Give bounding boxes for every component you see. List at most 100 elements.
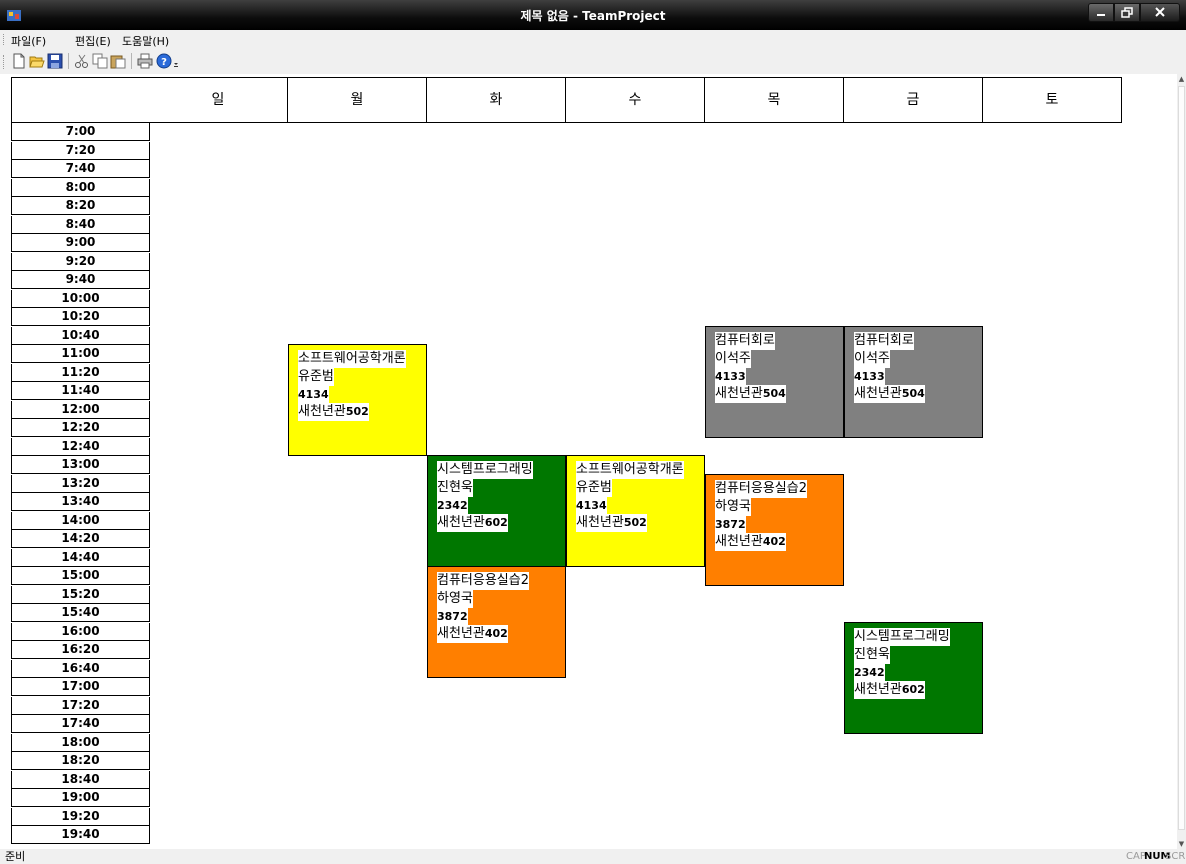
day-header: 화	[427, 77, 566, 123]
course-room: 402	[484, 627, 508, 640]
time-slot-label: 8:40	[11, 215, 150, 234]
time-slot-label: 17:40	[11, 715, 150, 733]
toolbar-separator	[68, 53, 69, 69]
time-slot-label: 17:20	[11, 696, 150, 715]
svg-text:?: ?	[161, 57, 167, 68]
course-location: 새천년관402	[715, 533, 786, 551]
time-slot-label: 7:00	[11, 123, 150, 141]
time-slot-label: 12:20	[11, 419, 150, 437]
course-room: 602	[901, 683, 925, 696]
time-slot-label: 18:40	[11, 770, 150, 789]
day-header: 금	[844, 77, 983, 123]
day-header: 일	[149, 77, 288, 123]
course-room: 502	[345, 405, 369, 418]
status-text: 준비	[5, 850, 26, 863]
menu-edit[interactable]: 편집(E)	[75, 33, 111, 49]
course-name: 시스템프로그래밍	[437, 461, 533, 479]
course-block[interactable]: 소프트웨어공학개론 유준범 4134 새천년관502	[566, 455, 705, 567]
menu-help[interactable]: 도움말(H)	[122, 33, 169, 49]
time-slot-label: 16:40	[11, 659, 150, 678]
time-slot-label: 18:20	[11, 752, 150, 770]
course-name: 시스템프로그래밍	[854, 628, 950, 646]
course-room: 602	[484, 516, 508, 529]
toolbar-overflow-icon[interactable]	[172, 53, 180, 69]
menu-file[interactable]: 파일(F)	[11, 33, 46, 49]
course-room: 502	[623, 516, 647, 529]
course-code: 4134	[576, 497, 607, 514]
scroll-up-icon[interactable]: ▲	[1177, 74, 1186, 84]
time-slot-label: 12:00	[11, 400, 150, 419]
help-icon[interactable]: ?	[156, 53, 172, 69]
save-icon[interactable]	[47, 53, 63, 69]
course-block[interactable]: 시스템프로그래밍 진현욱 2342 새천년관602	[844, 622, 983, 734]
window-title: 제목 없음 - TeamProject	[520, 9, 666, 23]
course-code: 4133	[854, 368, 885, 385]
course-code: 4133	[715, 368, 746, 385]
course-building: 새천년관	[437, 626, 485, 641]
time-slot-label: 15:20	[11, 585, 150, 604]
course-building: 새천년관	[715, 534, 763, 549]
course-block[interactable]: 컴퓨터회로 이석주 4133 새천년관504	[705, 326, 844, 438]
time-slot-label: 8:00	[11, 178, 150, 197]
menu-bar: 파일(F) 편집(E) 도움말(H)	[0, 30, 1186, 49]
open-folder-icon[interactable]	[29, 53, 45, 69]
course-block[interactable]: 컴퓨터응용실습2 하영국 3872 새천년관402	[427, 566, 566, 678]
time-slot-label: 10:40	[11, 326, 150, 345]
course-professor: 유준범	[298, 368, 334, 386]
course-professor: 하영국	[715, 498, 751, 516]
course-block[interactable]: 소프트웨어공학개론 유준범 4134 새천년관502	[288, 344, 427, 456]
time-slot-label: 7:20	[11, 141, 150, 160]
time-slot-label: 18:00	[11, 733, 150, 752]
scroll-thumb[interactable]	[1178, 86, 1185, 830]
time-slot-label: 13:40	[11, 493, 150, 511]
time-slot-label: 10:20	[11, 308, 150, 326]
vertical-scrollbar[interactable]: ▲ ▼	[1177, 74, 1186, 849]
course-code: 3872	[715, 516, 746, 533]
course-building: 새천년관	[298, 404, 346, 419]
course-professor: 이석주	[854, 350, 890, 368]
course-block[interactable]: 시스템프로그래밍 진현욱 2342 새천년관602	[427, 455, 566, 567]
caps-lock-indicator: CAP	[1126, 851, 1146, 862]
course-professor: 진현욱	[437, 479, 473, 497]
time-slot-label: 16:00	[11, 622, 150, 641]
course-block[interactable]: 컴퓨터응용실습2 하영국 3872 새천년관402	[705, 474, 844, 586]
course-code: 4134	[298, 386, 329, 403]
scroll-down-icon[interactable]: ▼	[1177, 839, 1186, 849]
new-file-icon[interactable]	[11, 53, 27, 69]
window-controls	[1088, 3, 1180, 22]
course-location: 새천년관504	[715, 385, 786, 403]
time-slot-label: 7:40	[11, 160, 150, 178]
minimize-icon	[1097, 14, 1105, 16]
time-slot-label: 12:40	[11, 437, 150, 456]
course-code: 2342	[437, 497, 468, 514]
course-location: 새천년관602	[437, 514, 508, 532]
time-slot-label: 19:40	[11, 826, 150, 844]
time-slot-label: 9:40	[11, 271, 150, 289]
print-icon[interactable]	[137, 53, 153, 69]
course-location: 새천년관602	[854, 681, 925, 699]
day-header: 목	[705, 77, 844, 123]
course-professor: 이석주	[715, 350, 751, 368]
time-slot-label: 14:20	[11, 530, 150, 548]
menu-grip	[3, 34, 6, 45]
course-room: 504	[762, 387, 786, 400]
close-button[interactable]	[1140, 3, 1180, 22]
restore-button[interactable]	[1114, 3, 1140, 22]
copy-icon[interactable]	[92, 53, 108, 69]
time-slot-label: 15:00	[11, 567, 150, 585]
course-building: 새천년관	[576, 515, 624, 530]
cut-icon[interactable]	[74, 53, 90, 69]
minimize-button[interactable]	[1088, 3, 1114, 22]
time-slot-label: 11:40	[11, 382, 150, 400]
time-slot-label: 19:20	[11, 807, 150, 826]
time-slot-label: 10:00	[11, 289, 150, 308]
course-code: 3872	[437, 608, 468, 625]
paste-icon[interactable]	[110, 53, 126, 69]
title-bar[interactable]: 제목 없음 - TeamProject	[0, 0, 1186, 30]
course-room: 504	[901, 387, 925, 400]
course-block[interactable]: 컴퓨터회로 이석주 4133 새천년관504	[844, 326, 983, 438]
course-name: 컴퓨터응용실습2	[715, 480, 807, 498]
toolbar: ?	[0, 49, 1186, 74]
course-name: 컴퓨터회로	[854, 332, 914, 350]
course-professor: 진현욱	[854, 646, 890, 664]
